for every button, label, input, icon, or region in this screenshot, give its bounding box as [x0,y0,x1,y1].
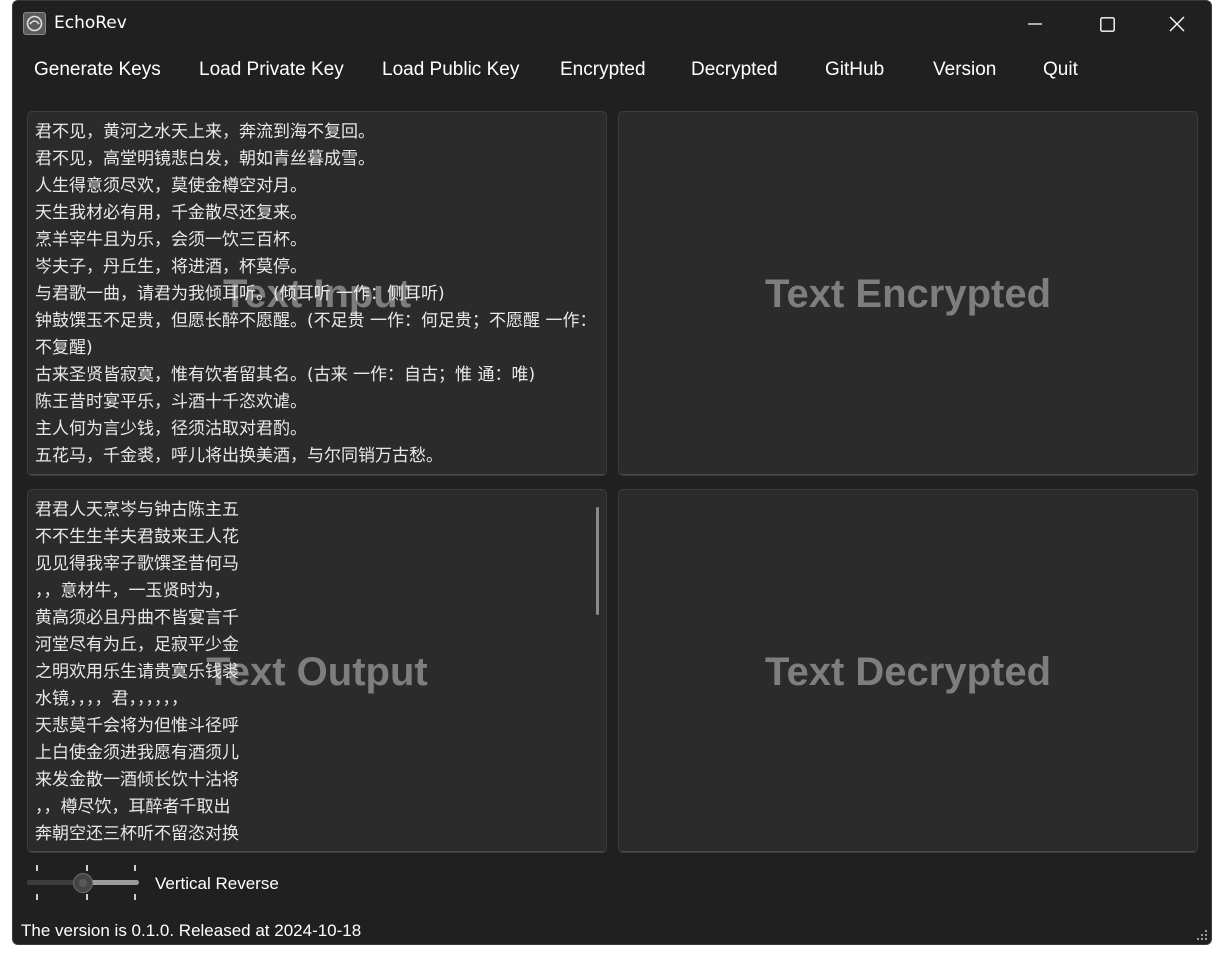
slider-tick [36,865,38,871]
text-output-panel[interactable]: Text Output 君君人天烹岑与钟古陈主五 不不生生羊夫君鼓来王人花 见见… [27,489,607,853]
maximize-icon [1099,16,1115,32]
vertical-reverse-label: Vertical Reverse [155,874,279,893]
text-input-content: 君不见，黄河之水天上来，奔流到海不复回。 君不见，高堂明镜悲白发，朝如青丝暮成雪… [35,122,597,466]
status-bar-text: The version is 0.1.0. Released at 2024-1… [21,921,362,940]
slider-tick [134,865,136,871]
menu-generate-keys[interactable]: Generate Keys [34,59,161,81]
slider-tick [134,894,136,900]
menu-version[interactable]: Version [933,59,996,81]
text-decrypted-panel[interactable]: Text Decrypted [618,489,1198,853]
menu-decrypted[interactable]: Decrypted [691,59,778,81]
slider-thumb[interactable] [73,873,93,893]
menu-encrypted[interactable]: Encrypted [560,59,646,81]
text-output-content: 君君人天烹岑与钟古陈主五 不不生生羊夫君鼓来王人花 见见得我宰子歌馔圣昔何马 ，… [35,500,239,852]
maximize-button[interactable] [1073,1,1141,47]
text-encrypted-panel[interactable]: Text Encrypted [618,111,1198,476]
slider-tick [36,894,38,900]
menu-github[interactable]: GitHub [825,59,884,81]
text-decrypted-placeholder: Text Decrypted [764,650,1051,694]
menu-bar: Generate Keys Load Private Key Load Publ… [13,48,1211,94]
window-title: EchoRev [54,13,127,33]
close-icon [1169,16,1185,32]
menu-load-public-key[interactable]: Load Public Key [382,59,519,81]
minimize-icon [1028,23,1042,25]
vertical-reverse-slider[interactable] [27,861,147,905]
menu-load-private-key[interactable]: Load Private Key [199,59,344,81]
slider-tick [86,894,88,900]
minimize-button[interactable] [1001,1,1069,47]
text-input-panel[interactable]: Text Input 君不见，黄河之水天上来，奔流到海不复回。 君不见，高堂明镜… [27,111,607,476]
title-bar[interactable]: EchoRev [13,1,1211,47]
resize-grip-icon[interactable] [1196,929,1208,941]
text-encrypted-placeholder: Text Encrypted [765,272,1051,316]
slider-tick [86,865,88,871]
close-button[interactable] [1143,1,1211,47]
text-output-scrollbar[interactable] [596,507,599,615]
menu-quit[interactable]: Quit [1043,59,1078,81]
app-logo-icon [23,12,46,35]
app-window: EchoRev Generate Keys Load Private Key L… [12,0,1212,945]
